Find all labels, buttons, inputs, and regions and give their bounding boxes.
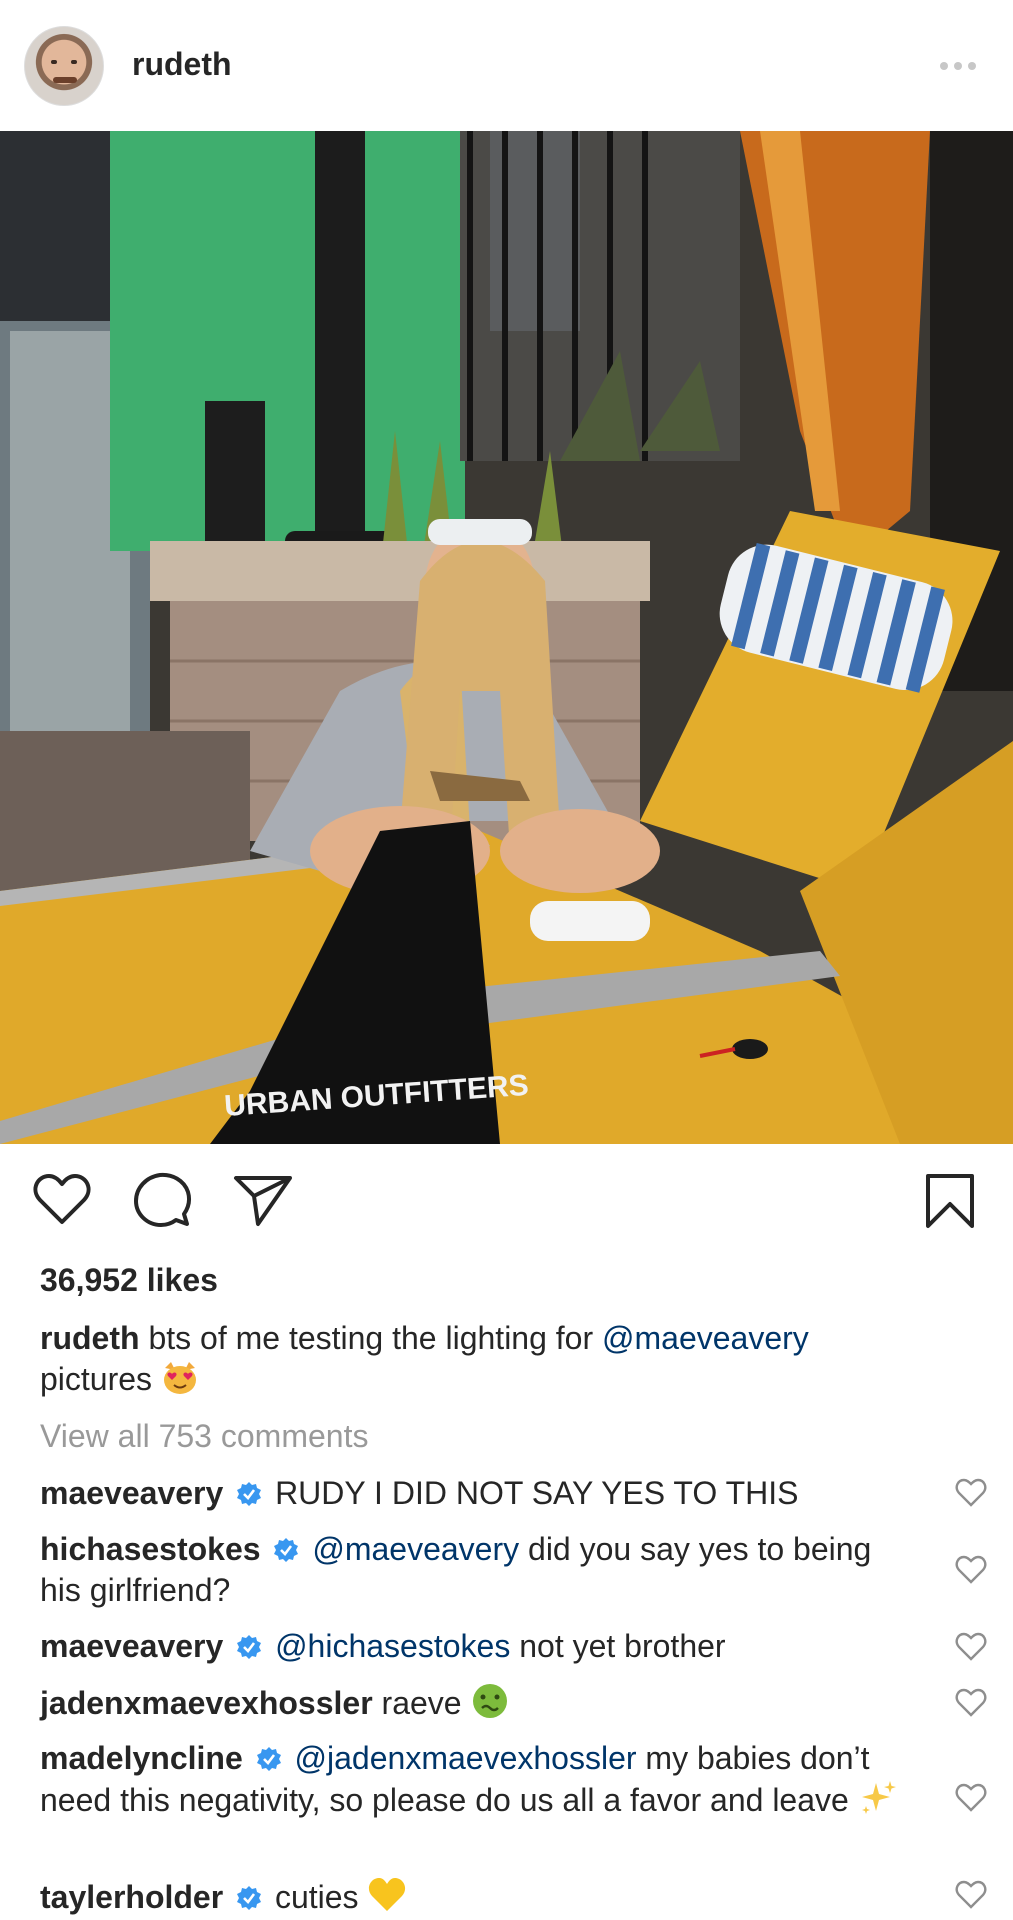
comment-like-heart-icon[interactable] bbox=[955, 1478, 987, 1508]
yellow-heart-emoji-icon bbox=[369, 1878, 406, 1911]
comment-text: cuties bbox=[274, 1879, 359, 1915]
like-count[interactable]: 36,952 likes bbox=[40, 1262, 218, 1299]
comment-text: RUDY I DID NOT SAY YES TO THIS bbox=[275, 1475, 799, 1511]
comment-text: raeve bbox=[381, 1685, 462, 1721]
comment-username[interactable]: maeveavery bbox=[40, 1628, 223, 1664]
comment-like-heart-icon[interactable] bbox=[955, 1688, 987, 1718]
heart-eyes-cat-emoji-icon bbox=[163, 1362, 196, 1394]
send-icon[interactable] bbox=[232, 1172, 294, 1228]
comment-username[interactable]: madelyncline bbox=[40, 1740, 243, 1776]
verified-badge-icon bbox=[237, 1482, 262, 1506]
comment-like-heart-icon[interactable] bbox=[955, 1783, 987, 1813]
comment-like-heart-icon[interactable] bbox=[955, 1880, 987, 1910]
sparkles-emoji-icon bbox=[861, 1781, 896, 1814]
verified-badge-icon bbox=[237, 1886, 262, 1910]
comment-icon[interactable] bbox=[132, 1172, 192, 1228]
avatar[interactable] bbox=[24, 26, 104, 106]
bookmark-icon[interactable] bbox=[924, 1172, 976, 1230]
comment-username[interactable]: jadenxmaevexhossler bbox=[40, 1685, 373, 1721]
comment-item: maeveavery @hichasestokes not yet brothe… bbox=[40, 1626, 900, 1667]
comment-username[interactable]: hichasestokes bbox=[40, 1531, 261, 1567]
post-caption: rudeth bts of me testing the lighting fo… bbox=[40, 1318, 970, 1400]
caption-text: bts of me testing the lighting for bbox=[148, 1320, 594, 1356]
nauseated-face-emoji-icon bbox=[473, 1684, 508, 1718]
comment-username[interactable]: taylerholder bbox=[40, 1879, 223, 1915]
comment-mention[interactable]: @jadenxmaevexhossler bbox=[295, 1740, 637, 1776]
action-bar bbox=[0, 1160, 1013, 1240]
comment-mention[interactable]: @maeveavery bbox=[312, 1531, 519, 1567]
comment-item: jadenxmaevexhossler raeve bbox=[40, 1682, 900, 1724]
post-photo[interactable]: URBAN OUTFITTERS bbox=[0, 131, 1013, 1144]
comment-text: not yet brother bbox=[519, 1628, 726, 1664]
caption-username[interactable]: rudeth bbox=[40, 1320, 140, 1356]
post-header: rudeth bbox=[0, 0, 1013, 131]
verified-badge-icon bbox=[256, 1747, 281, 1771]
comment-item: taylerholder cuties bbox=[40, 1876, 900, 1918]
comment-mention[interactable]: @hichasestokes bbox=[275, 1628, 510, 1664]
more-horizontal-icon[interactable] bbox=[940, 62, 976, 70]
comment-item: hichasestokes @maeveavery did you say ye… bbox=[40, 1529, 900, 1611]
comment-item: madelyncline @jadenxmaevexhossler my bab… bbox=[40, 1738, 900, 1821]
comment-username[interactable]: maeveavery bbox=[40, 1475, 223, 1511]
comment-item: maeveavery RUDY I DID NOT SAY YES TO THI… bbox=[40, 1473, 900, 1514]
verified-badge-icon bbox=[237, 1635, 262, 1659]
heart-icon[interactable] bbox=[32, 1172, 92, 1228]
comment-like-heart-icon[interactable] bbox=[955, 1555, 987, 1585]
verified-badge-icon bbox=[274, 1538, 299, 1562]
post-username[interactable]: rudeth bbox=[132, 46, 232, 83]
comment-like-heart-icon[interactable] bbox=[955, 1632, 987, 1662]
caption-text-end: pictures bbox=[40, 1361, 153, 1397]
view-all-comments-link[interactable]: View all 753 comments bbox=[40, 1418, 368, 1455]
caption-mention[interactable]: @maeveavery bbox=[602, 1320, 809, 1356]
